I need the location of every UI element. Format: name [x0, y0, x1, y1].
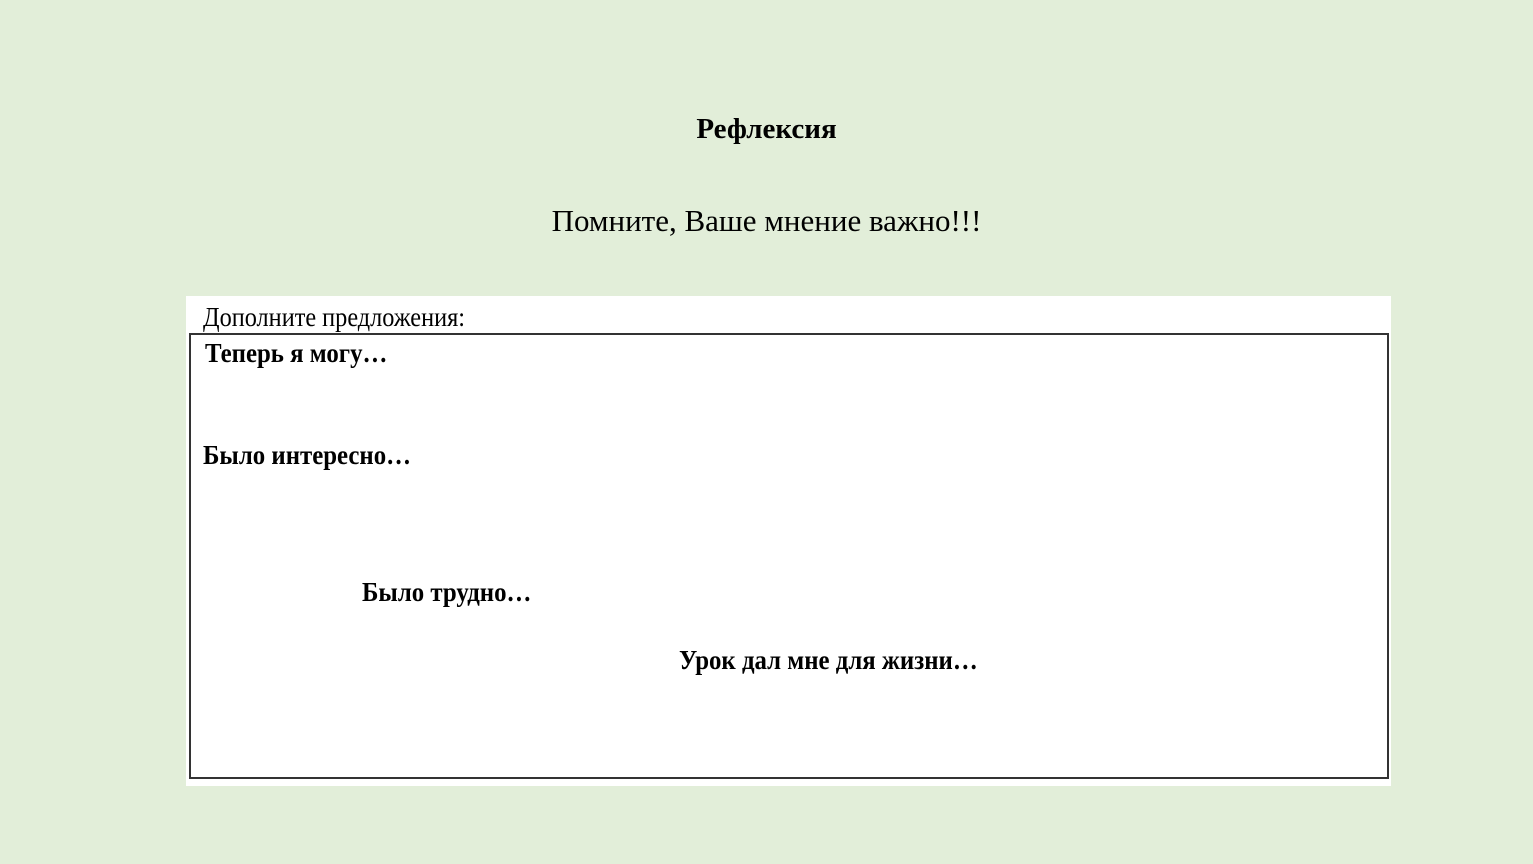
prompt-it-was-interesting: Было интересно…	[203, 440, 411, 470]
prompt-now-i-can: Теперь я могу…	[205, 338, 388, 368]
slide-subtitle: Помните, Ваше мнение важно!!!	[551, 203, 982, 238]
prompt-lesson-gave-me: Урок дал мне для жизни…	[679, 645, 978, 675]
panel-heading: Дополните предложения:	[203, 302, 466, 332]
prompt-it-was-difficult: Было трудно…	[362, 577, 532, 607]
sentence-completion-box: Теперь я могу… Было интересно… Было труд…	[189, 333, 1389, 779]
reflection-panel: Дополните предложения: Теперь я могу… Бы…	[186, 296, 1391, 786]
slide-title: Рефлексия	[696, 113, 837, 145]
